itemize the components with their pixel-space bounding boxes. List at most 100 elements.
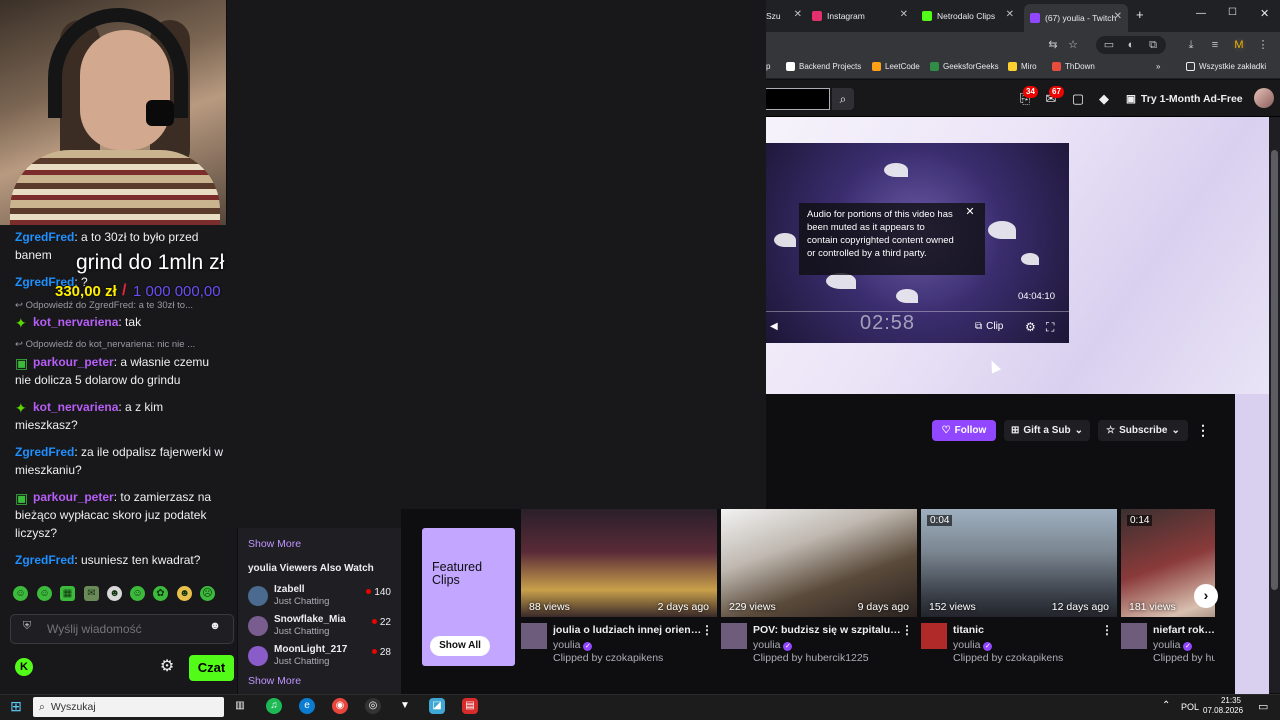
- chat-reply-context[interactable]: ↩ Odpowiedź do ZgredFred: a te 30zł to..…: [15, 300, 225, 311]
- follow-button[interactable]: ♡ Follow: [932, 420, 996, 441]
- chat-username[interactable]: ZgredFred: [15, 553, 74, 567]
- extension-icon[interactable]: ▭: [1102, 38, 1116, 52]
- scrollbar-thumb[interactable]: [1271, 150, 1278, 590]
- fullscreen-icon[interactable]: ⛶: [1046, 320, 1054, 335]
- app-icon[interactable]: ◪: [429, 698, 445, 714]
- gear-icon[interactable]: ⚙: [157, 657, 177, 677]
- progress-bar[interactable]: [766, 311, 1069, 312]
- bookmark-thdown[interactable]: ThDown: [1052, 62, 1095, 71]
- emote-icon[interactable]: ☺: [37, 586, 52, 601]
- volume-icon[interactable]: ◀: [770, 321, 778, 332]
- all-bookmarks-folder[interactable]: Wszystkie zakładki: [1186, 62, 1266, 71]
- emote-icon[interactable]: ✿: [153, 586, 168, 601]
- windows-start-icon[interactable]: ⊞: [8, 698, 24, 714]
- maximize-button[interactable]: ☐: [1228, 7, 1237, 18]
- minimize-button[interactable]: —: [1196, 8, 1206, 19]
- tab-close-icon[interactable]: ✕: [900, 9, 908, 20]
- clip-card[interactable]: 229 views 9 days ago POV: budzisz się w …: [721, 509, 917, 669]
- translate-icon[interactable]: ⇆: [1046, 38, 1060, 52]
- tab-close-icon[interactable]: ✕: [1006, 9, 1014, 20]
- kebab-menu-icon[interactable]: ⋮: [701, 623, 713, 637]
- clip-card[interactable]: 88 views 2 days ago joulia o ludziach in…: [521, 509, 717, 669]
- keyboard-language[interactable]: POL: [1181, 702, 1199, 712]
- clip-channel[interactable]: youlia: [753, 639, 792, 651]
- kebab-menu-icon[interactable]: ⋮: [1256, 38, 1270, 52]
- clip-title[interactable]: POV: budzisz się w szpitalu ps...: [753, 624, 903, 636]
- kebab-menu-icon[interactable]: ⋮: [901, 623, 913, 637]
- clip-title[interactable]: titanic: [953, 624, 1103, 636]
- chat-username[interactable]: kot_nervariena: [33, 315, 118, 329]
- chat-username[interactable]: parkour_peter: [33, 355, 114, 369]
- tab-instagram[interactable]: Instagram ✕: [812, 6, 908, 26]
- bookmark-star-icon[interactable]: ☆: [1066, 38, 1080, 52]
- profile-icon[interactable]: M: [1232, 38, 1246, 52]
- clip-card[interactable]: 0:04 152 views 12 days ago titanic youli…: [921, 509, 1117, 669]
- emote-icon[interactable]: ☻: [107, 586, 122, 601]
- emote-icon[interactable]: ☺: [13, 586, 28, 601]
- clip-channel[interactable]: youlia: [953, 639, 992, 651]
- download-icon[interactable]: ⤓: [1184, 38, 1198, 52]
- obs-icon[interactable]: ◎: [365, 698, 381, 714]
- settings-gear-icon[interactable]: ⚙: [1025, 320, 1036, 334]
- avatar[interactable]: [521, 623, 547, 649]
- chat-username[interactable]: ZgredFred: [15, 230, 74, 244]
- emote-icon[interactable]: ▦: [60, 586, 75, 601]
- tab-search[interactable]: Szu ✕: [766, 6, 802, 26]
- bookmark-backend-projects[interactable]: Backend Projects: [786, 62, 861, 71]
- user-avatar[interactable]: [1254, 88, 1274, 108]
- chat-username[interactable]: parkour_peter: [33, 490, 114, 504]
- close-window-button[interactable]: ✕: [1260, 7, 1269, 20]
- tab-kick-clips[interactable]: Netrodalo Clips ✕: [922, 6, 1014, 26]
- chat-username[interactable]: kot_nervariena: [33, 400, 118, 414]
- chrome-icon[interactable]: ◉: [332, 698, 348, 714]
- notification-icon[interactable]: ▭: [1258, 700, 1268, 713]
- chevron-right-icon[interactable]: ›: [1194, 584, 1218, 608]
- edge-icon[interactable]: e: [299, 698, 315, 714]
- shield-icon[interactable]: ⛨: [20, 620, 34, 634]
- gift-sub-button[interactable]: ⊞ Gift a Sub ⌄: [1004, 420, 1090, 441]
- more-options-icon[interactable]: ⋮: [1196, 422, 1210, 440]
- tab-close-icon[interactable]: ✕: [794, 9, 802, 20]
- bookmark-geeksforgeeks[interactable]: GeeksforGeeks: [930, 62, 999, 71]
- taskbar-search[interactable]: ⌕ Wyszukaj: [33, 697, 224, 717]
- task-view-icon[interactable]: ▥: [232, 698, 248, 714]
- bits-icon[interactable]: ◆: [1095, 90, 1113, 108]
- chat-username[interactable]: ZgredFred: [15, 445, 74, 459]
- tab-twitch[interactable]: (67) youlia - Twitch ✕: [1024, 4, 1128, 32]
- clock[interactable]: 21:35 07.08.2026: [1203, 696, 1243, 716]
- app-icon[interactable]: ▼: [397, 698, 413, 714]
- show-more-link[interactable]: Show More: [248, 675, 301, 687]
- emote-icon[interactable]: ☺: [130, 586, 145, 601]
- new-tab-button[interactable]: +: [1136, 7, 1144, 22]
- puzzle-icon[interactable]: ⧉: [1146, 38, 1160, 52]
- emote-icon[interactable]: ✉: [84, 586, 99, 601]
- avatar[interactable]: [921, 623, 947, 649]
- avatar[interactable]: [721, 623, 747, 649]
- emote-icon[interactable]: ☹: [200, 586, 215, 601]
- media-icon[interactable]: ≡: [1208, 38, 1222, 52]
- clip-channel[interactable]: youlia: [553, 639, 592, 651]
- recommended-channel[interactable]: MoonLight_217 Just Chatting 28: [248, 643, 393, 669]
- close-icon[interactable]: ✕: [964, 206, 976, 218]
- clip-button[interactable]: ⧉ Clip: [975, 321, 1003, 332]
- emoji-icon[interactable]: ☻: [208, 620, 222, 634]
- ad-free-button[interactable]: ▣ Try 1-Month Ad-Free: [1126, 89, 1256, 109]
- search-icon[interactable]: ⌕: [832, 88, 854, 110]
- show-more-link[interactable]: Show More: [248, 538, 301, 550]
- bookmark-partial[interactable]: p: [766, 62, 770, 71]
- app-icon[interactable]: ▤: [462, 698, 478, 714]
- bookmark-miro[interactable]: Miro: [1008, 62, 1037, 71]
- tray-expand-icon[interactable]: ⌃: [1162, 700, 1170, 711]
- kebab-menu-icon[interactable]: ⋮: [1101, 623, 1113, 637]
- chat-message-input[interactable]: [47, 621, 197, 637]
- emote-icon[interactable]: ☻: [177, 586, 192, 601]
- clip-title[interactable]: joulia o ludziach innej orientacji: [553, 624, 703, 636]
- clip-channel[interactable]: youlia: [1153, 639, 1192, 651]
- chat-send-button[interactable]: Czat: [189, 655, 234, 681]
- spotify-icon[interactable]: ♫: [266, 698, 282, 714]
- whispers-icon[interactable]: ▢: [1069, 90, 1087, 108]
- recommended-channel[interactable]: Izabell Just Chatting 140: [248, 583, 393, 609]
- clip-title[interactable]: niefart roku a: [1153, 624, 1215, 636]
- chat-reply-context[interactable]: ↩ Odpowiedź do kot_nervariena: nic nie .…: [15, 339, 225, 350]
- recommended-channel[interactable]: Snowflake_Mia Just Chatting 22: [248, 613, 393, 639]
